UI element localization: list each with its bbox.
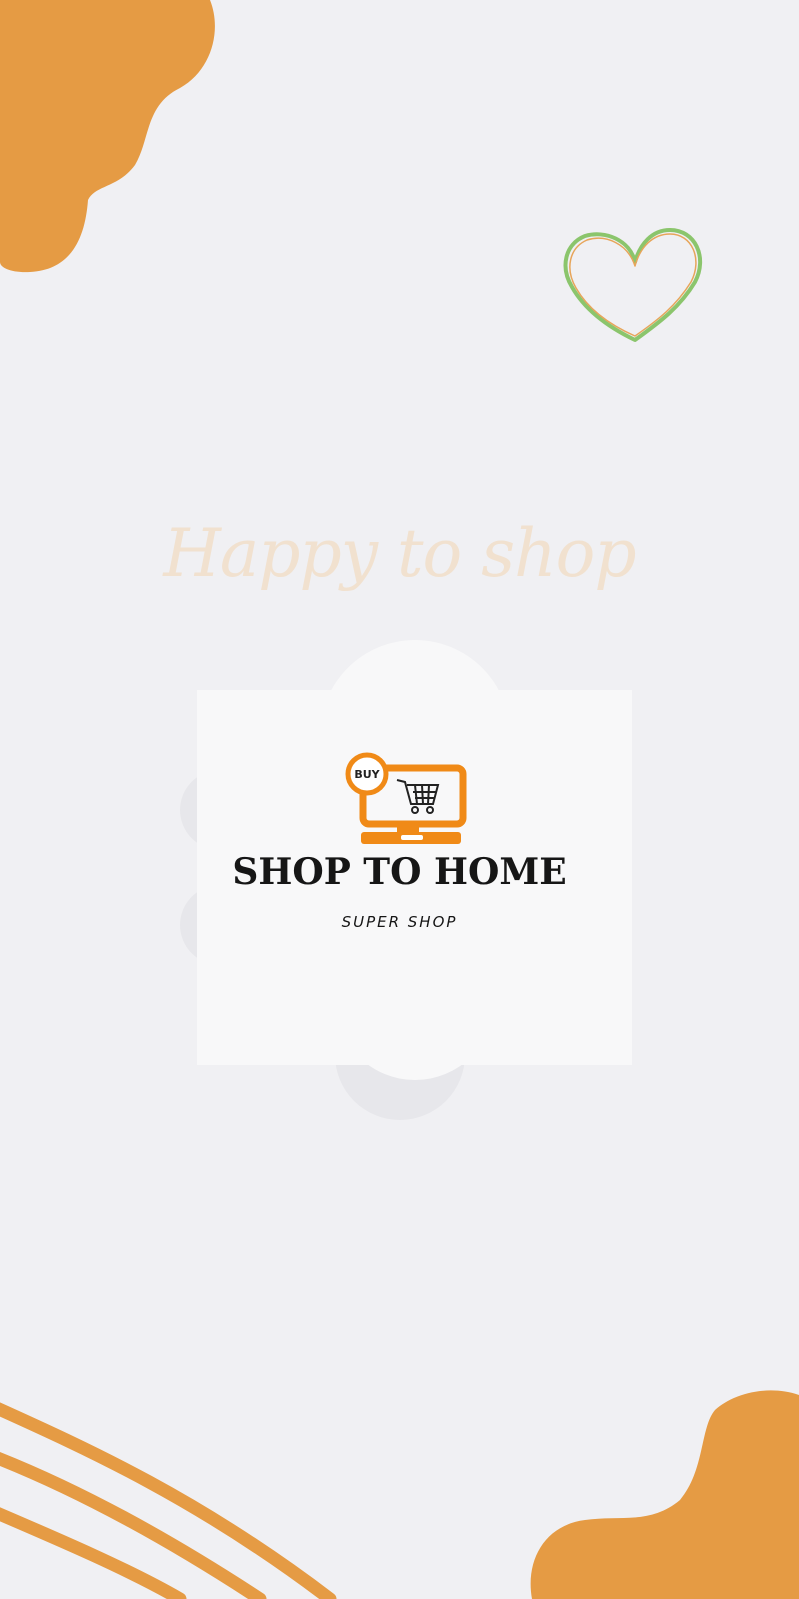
tagline-text: Happy to shop xyxy=(163,515,636,592)
heart-icon xyxy=(563,228,703,342)
brand-name: SHOP TO HOME xyxy=(232,851,567,893)
bottom-left-stripes xyxy=(0,1402,337,1599)
buy-badge-label: BUY xyxy=(354,768,380,781)
monitor-icon: BUY xyxy=(345,752,467,844)
bottom-right-blob xyxy=(530,1390,799,1599)
shopping-cart-icon xyxy=(396,779,440,814)
brand-subtitle: SUPER SHOP xyxy=(341,913,458,931)
top-left-blob xyxy=(0,0,215,273)
